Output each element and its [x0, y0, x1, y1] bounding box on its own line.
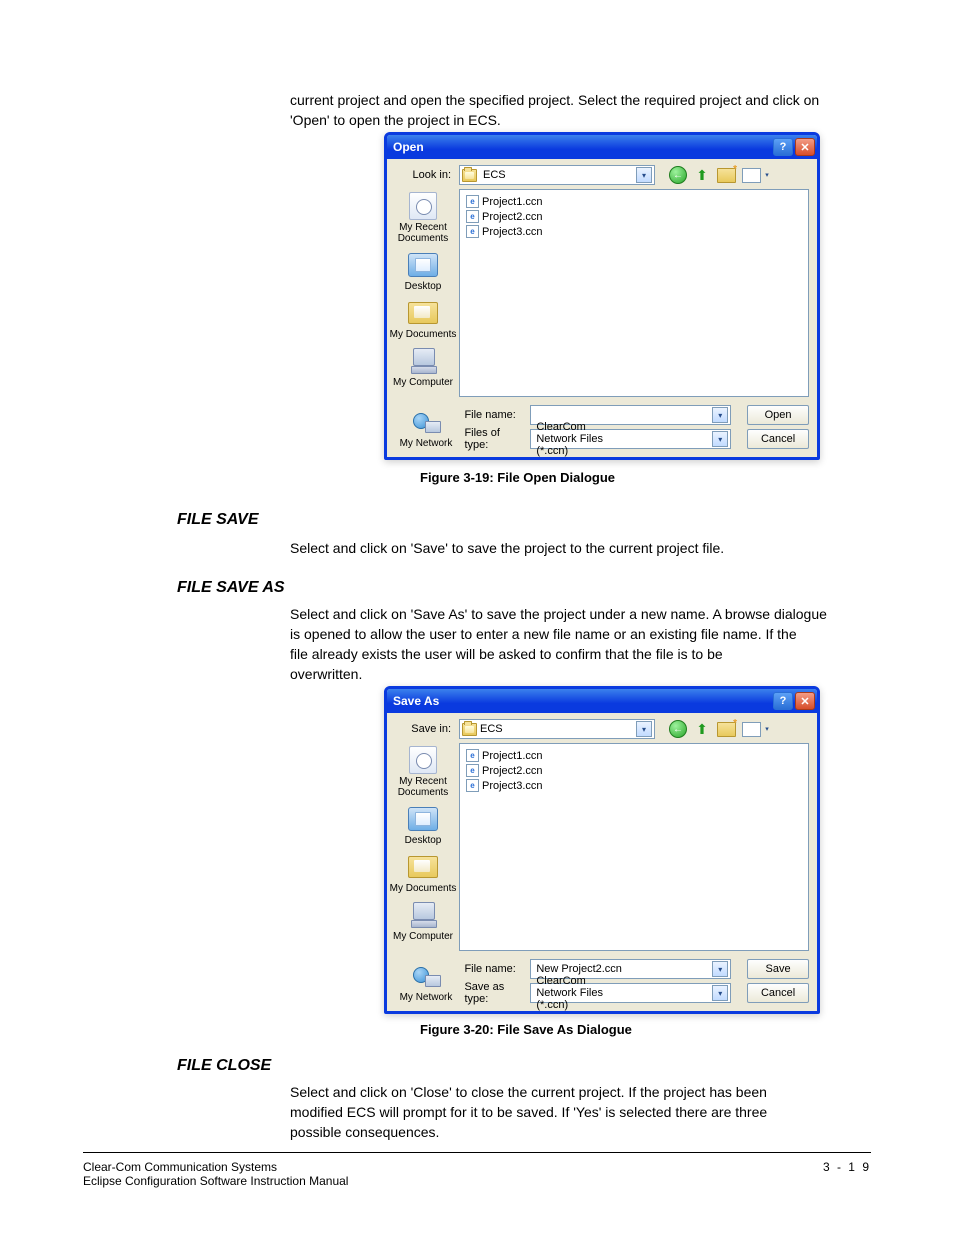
savein-label: Save in:	[395, 723, 451, 735]
file-item[interactable]: eProject3.ccn	[466, 224, 802, 239]
up-icon[interactable]: ⬆	[693, 166, 711, 184]
place-mycomp[interactable]: My Computer	[393, 346, 453, 388]
folder-text: ECS	[480, 169, 560, 181]
file-icon: e	[466, 764, 479, 777]
help-button[interactable]: ?	[773, 692, 793, 710]
file-item[interactable]: eProject3.ccn	[466, 778, 802, 793]
close-button[interactable]: ✕	[795, 692, 815, 710]
heading-save: FILE SAVE	[177, 510, 259, 530]
filetype-label: Files of type:	[464, 427, 522, 451]
file-icon: e	[466, 749, 479, 762]
place-recent[interactable]: My Recent Documents	[398, 745, 449, 798]
new-folder-icon[interactable]	[717, 722, 736, 737]
cancel-button[interactable]: Cancel	[747, 429, 809, 449]
intro-line: current project and open the specified p…	[290, 90, 850, 110]
document-page: { "doc": { "intro_lines": ["current proj…	[0, 0, 954, 1235]
file-item[interactable]: eProject1.ccn	[466, 748, 802, 763]
folder-combo[interactable]: ECS ▾	[459, 719, 655, 739]
saveas-line: Select and click on 'Save As' to save th…	[290, 604, 850, 624]
dropdown-icon[interactable]: ▾	[712, 985, 728, 1001]
file-icon: e	[466, 779, 479, 792]
saveas-line: overwritten.	[290, 664, 850, 684]
saveas-line: is opened to allow the user to enter a n…	[290, 624, 850, 644]
places-bar: My Recent Documents Desktop My Documents…	[387, 189, 459, 401]
folder-icon	[462, 723, 477, 736]
file-item[interactable]: eProject2.ccn	[466, 209, 802, 224]
filetype-combo[interactable]: ClearCom Network Files (*.ccn) ▾	[530, 429, 731, 449]
folder-text: ECS	[480, 723, 558, 735]
dropdown-icon[interactable]: ▾	[712, 961, 728, 977]
help-button[interactable]: ?	[773, 138, 793, 156]
save-body: Select and click on 'Save' to save the p…	[290, 538, 850, 558]
place-mydocs[interactable]: My Documents	[390, 852, 457, 894]
place-recent[interactable]: My Recent Documents	[398, 191, 449, 244]
view-icon[interactable]	[742, 722, 761, 737]
back-icon[interactable]: ←	[669, 720, 687, 738]
places-bar: My Recent Documents Desktop My Documents…	[387, 743, 459, 955]
up-icon[interactable]: ⬆	[693, 720, 711, 738]
close-line: possible consequences.	[290, 1122, 850, 1142]
cancel-button[interactable]: Cancel	[747, 983, 809, 1003]
view-icon[interactable]	[742, 168, 761, 183]
place-mynet[interactable]: My Network	[400, 961, 453, 1003]
open-dialog: Open ? ✕ Look in: ECS ▾ ← ⬆ ▾ My Recent …	[384, 132, 820, 460]
dropdown-icon[interactable]: ▾	[712, 431, 728, 447]
save-button[interactable]: Save	[747, 959, 809, 979]
file-item[interactable]: eProject2.ccn	[466, 763, 802, 778]
file-icon: e	[466, 195, 479, 208]
open-button[interactable]: Open	[747, 405, 809, 425]
footer-divider	[83, 1152, 871, 1153]
footer-page: 3 - 1 9	[823, 1160, 871, 1188]
close-line: Select and click on 'Close' to close the…	[290, 1082, 850, 1102]
heading-saveas: FILE SAVE AS	[177, 578, 285, 598]
back-icon[interactable]: ←	[669, 166, 687, 184]
file-list[interactable]: eProject1.ccn eProject2.ccn eProject3.cc…	[459, 743, 809, 951]
close-button[interactable]: ✕	[795, 138, 815, 156]
place-desktop[interactable]: Desktop	[405, 250, 442, 292]
dialog-title: Open	[393, 140, 424, 154]
footer-left: Clear-Com Communication Systems	[83, 1160, 348, 1174]
filename-label: File name:	[464, 409, 522, 421]
savetype-label: Save as type:	[464, 981, 522, 1005]
intro-line: 'Open' to open the project in ECS.	[290, 110, 850, 130]
footer-mid: Eclipse Configuration Software Instructi…	[83, 1174, 348, 1188]
place-mydocs[interactable]: My Documents	[390, 298, 457, 340]
folder-combo[interactable]: ECS ▾	[459, 165, 655, 185]
dropdown-icon[interactable]: ▾	[636, 721, 652, 737]
dropdown-icon[interactable]: ▾	[712, 407, 728, 423]
view-dropdown-icon[interactable]: ▾	[763, 720, 771, 738]
savetype-combo[interactable]: ClearCom Network Files (*.ccn) ▾	[530, 983, 731, 1003]
new-folder-icon[interactable]	[717, 168, 736, 183]
lookin-label: Look in:	[395, 169, 451, 181]
view-dropdown-icon[interactable]: ▾	[763, 166, 771, 184]
dropdown-icon[interactable]: ▾	[636, 167, 652, 183]
file-icon: e	[466, 225, 479, 238]
titlebar: Open ? ✕	[387, 135, 817, 159]
titlebar: Save As ? ✕	[387, 689, 817, 713]
place-mynet[interactable]: My Network	[400, 407, 453, 449]
heading-close: FILE CLOSE	[177, 1056, 271, 1076]
place-mycomp[interactable]: My Computer	[393, 900, 453, 942]
close-line: modified ECS will prompt for it to be sa…	[290, 1102, 850, 1122]
file-list[interactable]: eProject1.ccn eProject2.ccn eProject3.cc…	[459, 189, 809, 397]
dialog-title: Save As	[393, 694, 439, 708]
place-desktop[interactable]: Desktop	[405, 804, 442, 846]
folder-icon	[462, 169, 477, 182]
saveas-line: file already exists the user will be ask…	[290, 644, 850, 664]
saveas-dialog: Save As ? ✕ Save in: ECS ▾ ← ⬆ ▾ My Rece…	[384, 686, 820, 1014]
file-item[interactable]: eProject1.ccn	[466, 194, 802, 209]
file-icon: e	[466, 210, 479, 223]
figure-caption: Figure 3-20: File Save As Dialogue	[420, 1020, 632, 1040]
figure-caption: Figure 3-19: File Open Dialogue	[420, 468, 615, 488]
filename-label: File name:	[464, 963, 522, 975]
